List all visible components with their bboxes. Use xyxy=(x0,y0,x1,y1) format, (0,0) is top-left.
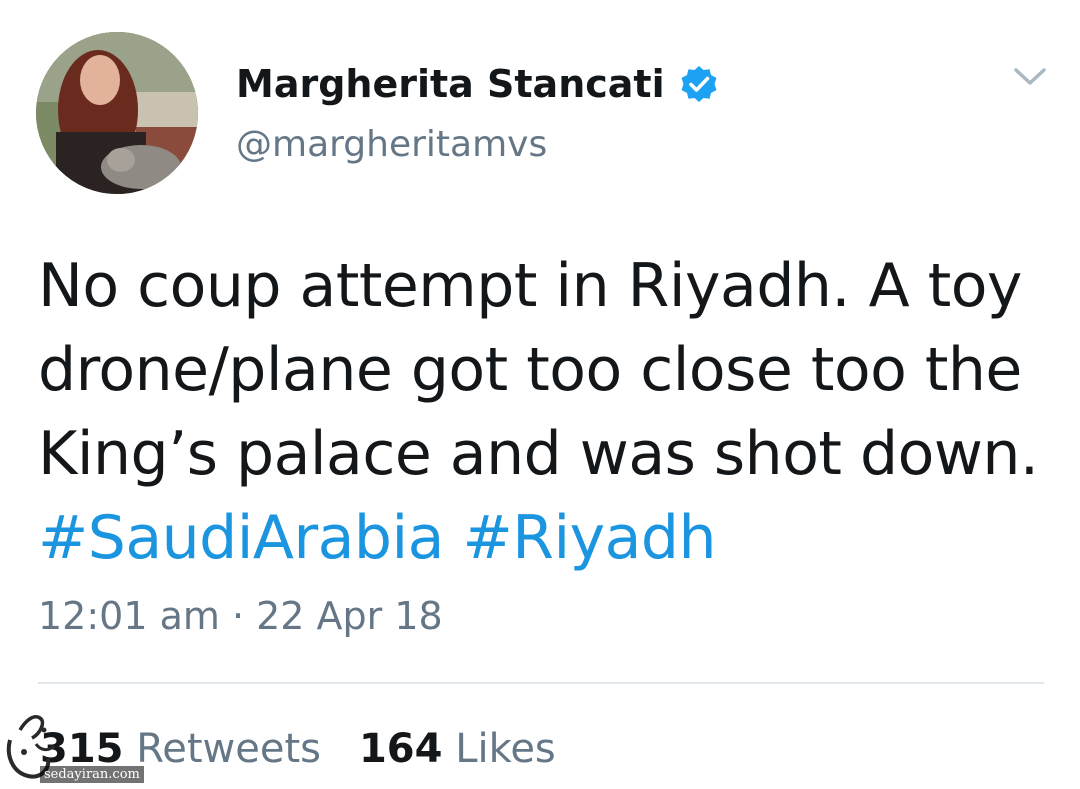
avatar-photo xyxy=(36,32,198,194)
tweet-text-line: No coup attempt in Riyadh. A toy xyxy=(38,251,1022,321)
divider xyxy=(38,682,1044,684)
tweet-text-line: King’s palace and was shot down. xyxy=(38,419,1039,489)
hashtag-link[interactable]: #Riyadh xyxy=(463,503,717,573)
tweet-text: No coup attempt in Riyadh. A toy drone/p… xyxy=(38,244,1068,580)
likes-count: 164 xyxy=(358,726,443,772)
hashtag-line: #SaudiArabia #Riyadh xyxy=(38,496,1068,580)
author-handle[interactable]: @margheritamvs xyxy=(236,124,547,165)
chevron-down-icon[interactable] xyxy=(1008,60,1052,94)
verified-badge-icon xyxy=(681,66,717,102)
author-name[interactable]: Margherita Stancati xyxy=(236,62,719,106)
watermark-text: sedayiran.com xyxy=(40,766,144,783)
author-name-text: Margherita Stancati xyxy=(236,62,665,106)
hashtag-link[interactable]: #SaudiArabia xyxy=(38,503,444,573)
tweet-card: Margherita Stancati @margheritamvs No co… xyxy=(0,0,1080,789)
likes-stat[interactable]: 164 Likes xyxy=(359,726,556,772)
likes-label: Likes xyxy=(455,726,556,772)
retweets-label: Retweets xyxy=(136,726,321,772)
avatar[interactable] xyxy=(36,32,198,194)
tweet-timestamp[interactable]: 12:01 am · 22 Apr 18 xyxy=(38,594,443,638)
tweet-text-line: drone/plane got too close too the xyxy=(38,335,1022,405)
